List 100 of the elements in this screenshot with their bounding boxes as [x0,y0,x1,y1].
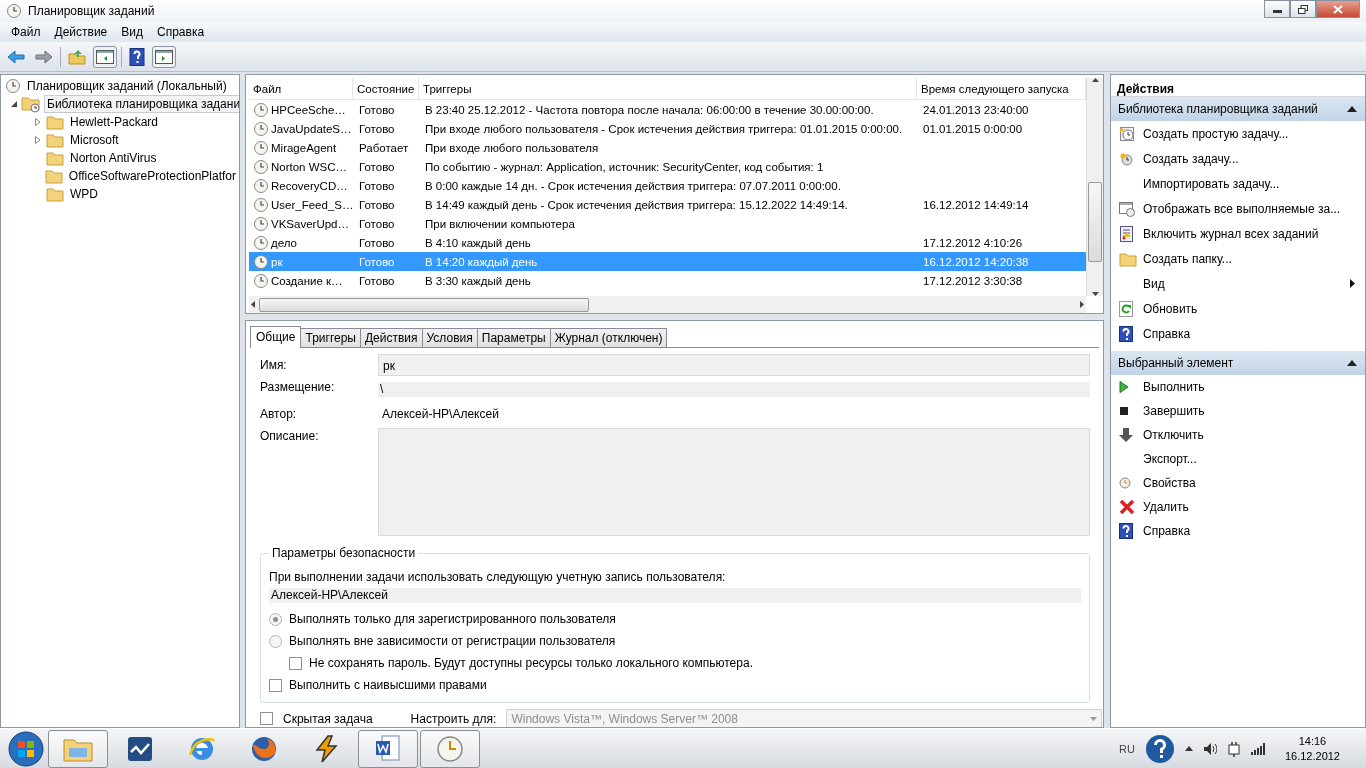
table-cell-text: В 3:30 каждый день [424,274,532,287]
folder-icon [46,132,64,148]
table-cell: рк [271,255,283,268]
tree-item[interactable]: Microsoft [67,131,122,149]
tree-item[interactable]: OfficeSoftwareProtectionPlatfor [65,167,239,185]
table-cell-text: Готово [358,217,396,230]
action-item[interactable]: Свойства [1111,471,1365,495]
submenu-arrow-icon [1350,279,1355,288]
table-cell-text: В 0:00 каждые 14 дн. - Срок истечения действия триггера: 07.07.2011 0:00:00. [424,179,842,192]
tab[interactable]: Журнал (отключен) [549,328,668,347]
account-field: Алексей-HP\Алексей [269,588,1081,603]
option-label: Выполнять только для зарегистрированного пользователя [289,612,616,626]
folder-icon [46,150,64,166]
tree-item[interactable]: Hewlett-Packard [67,113,162,131]
tab[interactable]: Параметры [476,328,551,347]
language-indicator[interactable]: RU [1119,742,1135,755]
folder-icon [1119,250,1137,267]
action-item[interactable]: Справка [1111,321,1365,346]
table-cell: MirageAgent [271,141,337,154]
table-row[interactable]: дело Готово В 4:10 каждый день 17.12.2012 4:10:26 [249,233,1086,252]
action-item[interactable]: Справка [1111,519,1365,543]
table-cell-text: По событию - журнал: Application, источник: SecurityCenter, код события: 1 [424,160,825,173]
action-item[interactable]: Завершить [1111,399,1365,423]
radio-button[interactable] [269,634,282,648]
horizontal-scrollbar[interactable] [249,296,1086,313]
table-cell-text: При входе любого пользователя - Срок истечения действия триггера: 01.01.2015 0:00:00. [424,122,904,135]
show-pane-button[interactable] [93,45,117,68]
clock-icon [253,177,269,194]
tree-item[interactable]: WPD [67,185,101,203]
action-item[interactable]: Создать папку... [1111,246,1365,271]
menu-item[interactable]: Справка [150,23,212,41]
column-header[interactable]: Состояние [353,78,419,100]
taskbar-button[interactable] [358,729,418,768]
left-icon [251,301,255,308]
actions-pane-button[interactable] [152,45,176,68]
option-label: Выполнить с наивысшими правами [289,678,487,692]
menu-item[interactable]: Файл [4,23,48,41]
close-button[interactable] [1316,0,1360,18]
action-item[interactable]: Выполнить [1111,375,1365,399]
table-row[interactable]: VKSaverUpd… Готово При включении компьютера [249,214,1086,233]
table-cell-text: 17.12.2012 4:10:26 [922,236,1024,249]
table-cell: Norton WSC… [271,160,348,173]
checkbox[interactable] [260,712,273,725]
left-arrow-icon [7,48,25,65]
action-item[interactable]: Импортировать задачу... [1111,171,1365,196]
window-clock-icon [1119,200,1135,217]
close-icon [1333,4,1343,14]
tree-item[interactable]: Библиотека планировщика задани [44,95,239,113]
action-item[interactable]: Обновить [1111,296,1365,321]
action-item[interactable]: Экспорт... [1111,447,1365,471]
dropdown-arrow-icon [1090,716,1098,721]
table-row[interactable]: JavaUpdateS… Готово При входе любого пользователя - Срок истечения действия триггера: 01.01.2015 0:00:00. 01.01.2015 0:00:00 [249,119,1086,138]
table-row[interactable]: Norton WSC… Готово По событию - журнал: Application, источник: SecurityCenter, код события: 1 [249,157,1086,176]
clock-icon [253,215,269,232]
action-item[interactable]: Создать простую задачу... [1111,121,1365,146]
restore-button[interactable] [1290,0,1316,18]
tab[interactable]: Триггеры [300,328,361,347]
action-item[interactable]: Создать задачу... [1111,146,1365,171]
folder-icon [46,186,64,202]
option-label: Не сохранять пароль. Будут доступны ресурсы только локального компьютера. [309,656,753,670]
table-cell-text: Готово [358,160,396,173]
action-item[interactable]: Вид [1111,271,1365,296]
table-cell-text: 16.12.2012 14:49:14 [922,198,1030,211]
action-item[interactable]: Включить журнал всех заданий [1111,221,1365,246]
minimize-button[interactable] [1264,0,1290,18]
table-row[interactable]: Создание к… Готово В 3:30 каждый день 17.12.2012 3:30:38 [249,271,1086,290]
speaker-icon [1202,741,1217,756]
section-header[interactable]: Выбранный элемент [1111,351,1365,375]
column-header[interactable]: Файл [249,78,353,100]
tree-item[interactable]: Norton AntiVirus [67,149,160,167]
pane-icon [155,48,173,65]
checkbox[interactable] [269,678,282,692]
table-cell-text: В 14:49 каждый день - Срок истечения действия триггера: 15.12.2022 14:49:14. [424,198,849,211]
name-field[interactable]: рк [378,354,1090,376]
clock-icon [253,120,269,137]
action-item[interactable]: Отключить [1111,423,1365,447]
tab[interactable]: Условия [421,328,478,347]
table-row[interactable]: User_Feed_S… Готово В 14:49 каждый день - Срок истечения действия триггера: 15.12.2022 14:49:14. 16.12.2012 14:49:14 [249,195,1086,214]
window-title: Планировщик заданий [28,4,156,18]
column-header[interactable]: Триггеры [419,78,917,100]
tree-item[interactable]: Планировщик заданий (Локальный) [24,77,230,95]
tab[interactable]: Действия [359,328,423,347]
action-item[interactable]: Удалить [1111,495,1365,519]
description-field[interactable] [378,428,1090,536]
radio-button[interactable] [269,612,282,626]
action-item[interactable]: Отображать все выполняемые за... [1111,196,1365,221]
menu-item[interactable]: Вид [114,23,150,41]
power-plug-icon [1226,740,1241,757]
vertical-scrollbar[interactable] [1086,78,1103,296]
clock-date[interactable]: 16.12.2012 [1284,748,1340,764]
table-row[interactable]: RecoveryCD… Готово В 0:00 каждые 14 дн. - Срок истечения действия триггера: 07.07.2011 0:00:00. [249,176,1086,195]
checkbox[interactable] [289,656,302,670]
menu-item[interactable]: Действие [47,23,115,41]
table-row[interactable]: HPCeeSche… Готово В 23:40 25.12.2012 - Частота повтора после начала: 06:00:00 в течение 30.00:00:00. 24.01.2013 23:40:00 [249,100,1086,119]
section-header[interactable]: Библиотека планировщика заданий [1111,97,1365,121]
section-title: Выбранный элемент [1118,356,1234,370]
table-row[interactable]: MirageAgent Работает При входе любого пользователя [249,138,1086,157]
clock-time[interactable]: 14:16 [1298,733,1327,749]
tab[interactable]: Общие [250,326,302,348]
folder-icon [44,168,63,184]
